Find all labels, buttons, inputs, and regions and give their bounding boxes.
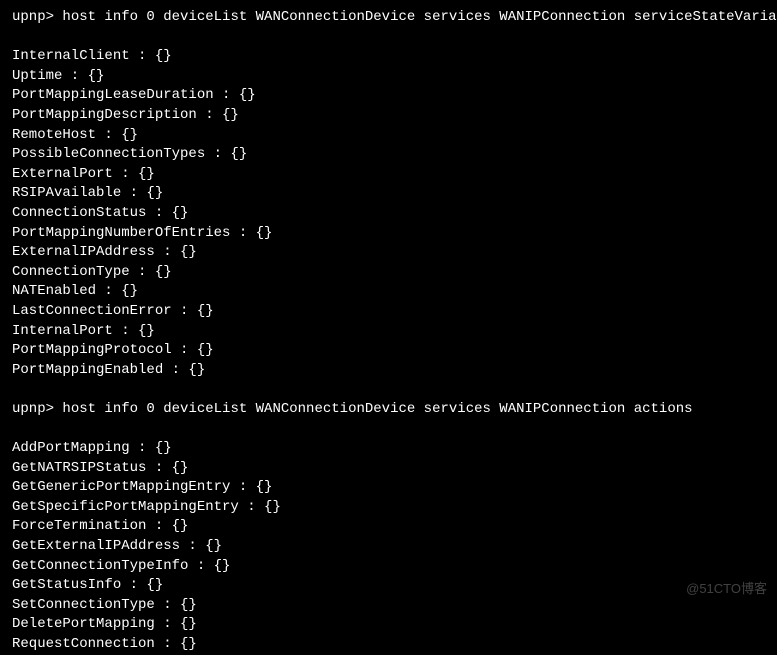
prompt-1: upnp> bbox=[12, 9, 54, 25]
output-line: PortMappingNumberOfEntries : {} bbox=[12, 224, 765, 244]
output-line: ForceTermination : {} bbox=[12, 517, 765, 537]
output-line: GetGenericPortMappingEntry : {} bbox=[12, 478, 765, 498]
output-line: AddPortMapping : {} bbox=[12, 439, 765, 459]
output-line: GetNATRSIPStatus : {} bbox=[12, 459, 765, 479]
output-line: ConnectionType : {} bbox=[12, 263, 765, 283]
blank-line bbox=[12, 419, 765, 439]
output-line: Uptime : {} bbox=[12, 67, 765, 87]
output-line: SetConnectionType : {} bbox=[12, 596, 765, 616]
output-line: ConnectionStatus : {} bbox=[12, 204, 765, 224]
output-line: GetExternalIPAddress : {} bbox=[12, 537, 765, 557]
output-line: PortMappingLeaseDuration : {} bbox=[12, 86, 765, 106]
actions-output: AddPortMapping : {}GetNATRSIPStatus : {}… bbox=[12, 439, 765, 655]
output-line: PortMappingProtocol : {} bbox=[12, 341, 765, 361]
output-line: ExternalPort : {} bbox=[12, 165, 765, 185]
blank-line bbox=[12, 28, 765, 48]
output-line: ExternalIPAddress : {} bbox=[12, 243, 765, 263]
output-line: InternalPort : {} bbox=[12, 322, 765, 342]
service-state-variables-output: InternalClient : {}Uptime : {}PortMappin… bbox=[12, 47, 765, 380]
output-line: GetSpecificPortMappingEntry : {} bbox=[12, 498, 765, 518]
output-line: RSIPAvailable : {} bbox=[12, 184, 765, 204]
watermark: @51CTO博客 bbox=[686, 580, 767, 598]
command-1: host info 0 deviceList WANConnectionDevi… bbox=[62, 9, 777, 25]
output-line: RemoteHost : {} bbox=[12, 126, 765, 146]
prompt-2: upnp> bbox=[12, 401, 54, 417]
command-line-2: upnp> host info 0 deviceList WANConnecti… bbox=[12, 400, 765, 420]
output-line: LastConnectionError : {} bbox=[12, 302, 765, 322]
output-line: InternalClient : {} bbox=[12, 47, 765, 67]
command-2: host info 0 deviceList WANConnectionDevi… bbox=[62, 401, 692, 417]
output-line: NATEnabled : {} bbox=[12, 282, 765, 302]
output-line: DeletePortMapping : {} bbox=[12, 615, 765, 635]
output-line: GetStatusInfo : {} bbox=[12, 576, 765, 596]
output-line: PortMappingEnabled : {} bbox=[12, 361, 765, 381]
command-line-1: upnp> host info 0 deviceList WANConnecti… bbox=[12, 8, 765, 28]
output-line: GetConnectionTypeInfo : {} bbox=[12, 557, 765, 577]
blank-line bbox=[12, 380, 765, 400]
terminal[interactable]: upnp> host info 0 deviceList WANConnecti… bbox=[12, 8, 765, 655]
output-line: RequestConnection : {} bbox=[12, 635, 765, 655]
output-line: PortMappingDescription : {} bbox=[12, 106, 765, 126]
output-line: PossibleConnectionTypes : {} bbox=[12, 145, 765, 165]
